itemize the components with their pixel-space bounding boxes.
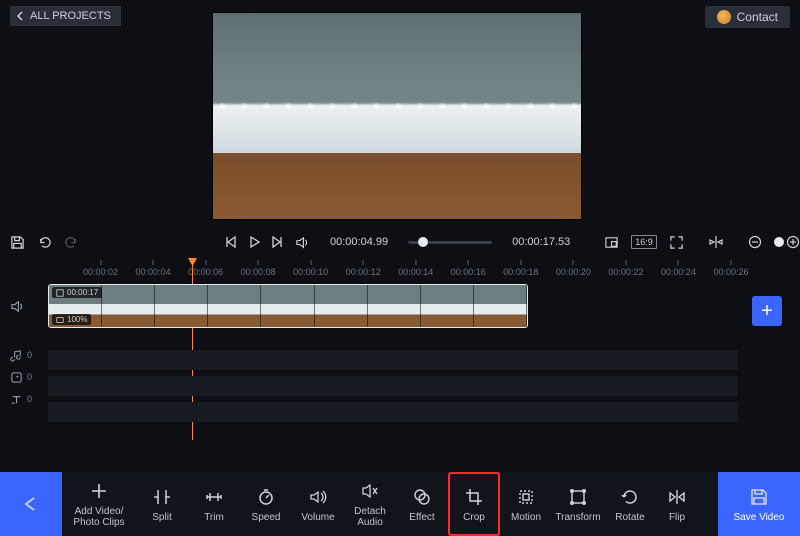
text-track-count: 0	[27, 394, 32, 404]
split-button[interactable]: Split	[136, 472, 188, 536]
speaker-icon[interactable]	[10, 299, 25, 314]
clip-zoom-badge: 100%	[52, 314, 91, 325]
ruler-tick: 00:00:10	[293, 260, 328, 277]
prev-frame-icon[interactable]	[223, 235, 237, 249]
volume-tool-icon	[308, 486, 328, 508]
crop-button[interactable]: Crop	[448, 472, 500, 536]
speed-button[interactable]: Speed	[240, 472, 292, 536]
snapshot-icon[interactable]	[604, 235, 619, 250]
back-button[interactable]	[0, 472, 62, 536]
text-icon[interactable]	[10, 393, 23, 406]
motion-button[interactable]: Motion	[500, 472, 552, 536]
rotate-button[interactable]: Rotate	[604, 472, 656, 536]
redo-icon[interactable]	[64, 235, 79, 250]
seek-bar[interactable]	[408, 241, 492, 244]
save-video-button[interactable]: Save Video	[718, 472, 800, 536]
aspect-ratio-readout[interactable]: 16:9	[631, 235, 657, 249]
volume-button[interactable]: Volume	[292, 472, 344, 536]
ruler-tick: 00:00:02	[83, 260, 118, 277]
plus-icon	[90, 480, 108, 502]
total-time: 00:00:17.53	[512, 236, 570, 248]
timeline-mode-icon[interactable]	[708, 234, 724, 250]
arrow-left-icon	[20, 493, 42, 515]
fullscreen-icon[interactable]	[669, 235, 684, 250]
detach-audio-icon	[360, 480, 380, 502]
speed-icon	[256, 486, 276, 508]
save-icon[interactable]	[10, 235, 25, 250]
ruler-tick: 00:00:20	[556, 260, 591, 277]
ruler-tick: 00:00:26	[713, 260, 748, 277]
video-clip[interactable]: 00:00:17 100%	[48, 284, 528, 328]
music-icon[interactable]	[10, 349, 23, 362]
zoom-in-icon[interactable]	[786, 235, 800, 249]
clip-duration-badge: 00:00:17	[52, 287, 102, 298]
ruler-tick: 00:00:22	[608, 260, 643, 277]
trim-icon	[204, 486, 224, 508]
overlay-icon[interactable]	[10, 371, 23, 384]
contact-button[interactable]: Contact	[705, 6, 790, 28]
bottom-toolbar: Add Video/ Photo Clips Split Trim Speed …	[0, 472, 800, 536]
flip-icon	[667, 486, 687, 508]
transform-button[interactable]: Transform	[552, 472, 604, 536]
undo-icon[interactable]	[37, 235, 52, 250]
ruler-tick: 00:00:16	[451, 260, 486, 277]
ruler-tick: 00:00:24	[661, 260, 696, 277]
audio-track-count: 0	[27, 350, 32, 360]
flip-button[interactable]: Flip	[656, 472, 698, 536]
next-frame-icon[interactable]	[271, 235, 285, 249]
split-icon	[152, 486, 172, 508]
play-icon[interactable]	[247, 235, 261, 249]
detach-audio-button[interactable]: Detach Audio	[344, 472, 396, 536]
video-preview[interactable]	[212, 12, 582, 220]
transform-icon	[568, 486, 588, 508]
ruler-tick: 00:00:14	[398, 260, 433, 277]
trim-button[interactable]: Trim	[188, 472, 240, 536]
contact-avatar-icon	[717, 10, 731, 24]
crop-icon	[464, 486, 484, 508]
preview-frame	[213, 13, 581, 219]
ruler-tick: 00:00:18	[503, 260, 538, 277]
effect-icon	[412, 486, 432, 508]
motion-icon	[516, 486, 536, 508]
all-projects-button[interactable]: ALL PROJECTS	[10, 6, 121, 26]
current-time: 00:00:04.99	[330, 236, 388, 248]
ruler-tick: 00:00:04	[136, 260, 171, 277]
add-clips-label: Add Video/ Photo Clips	[73, 506, 124, 528]
save-video-icon	[749, 486, 769, 508]
rotate-icon	[620, 486, 640, 508]
plus-icon: +	[761, 300, 773, 323]
ruler-tick: 00:00:12	[346, 260, 381, 277]
audio-track[interactable]	[48, 350, 738, 370]
overlay-track[interactable]	[48, 376, 738, 396]
chevron-left-icon	[16, 11, 26, 21]
zoom-out-icon[interactable]	[748, 235, 762, 249]
effect-button[interactable]: Effect	[396, 472, 448, 536]
add-track-button[interactable]: +	[752, 296, 782, 326]
ruler-tick: 00:00:08	[241, 260, 276, 277]
text-track[interactable]	[48, 402, 738, 422]
all-projects-label: ALL PROJECTS	[30, 10, 111, 22]
timeline-ruler[interactable]: 00:00:0200:00:0400:00:0600:00:0800:00:10…	[48, 260, 752, 282]
add-clips-button[interactable]: Add Video/ Photo Clips	[62, 472, 136, 536]
contact-label: Contact	[737, 10, 778, 24]
clip-thumbnails	[49, 285, 527, 327]
overlay-track-count: 0	[27, 372, 32, 382]
volume-icon[interactable]	[295, 235, 310, 250]
